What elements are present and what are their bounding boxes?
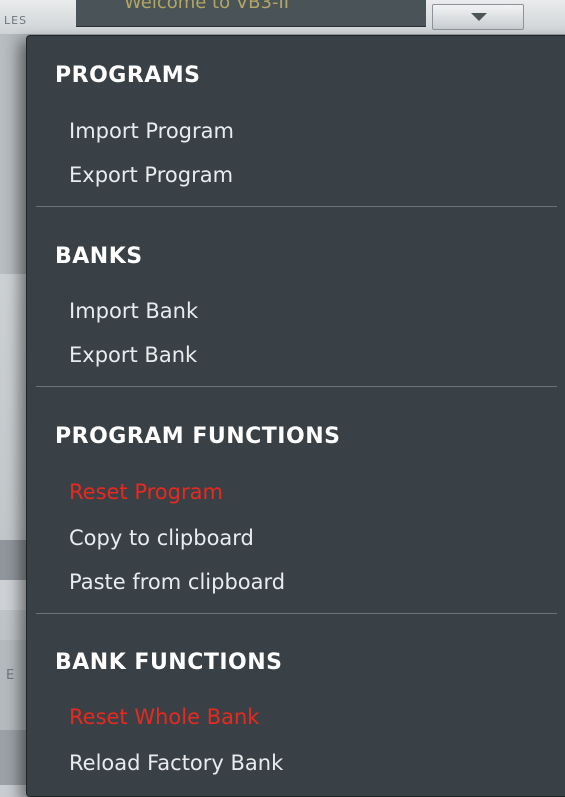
program-name-display: Welcome to VB3-II [76, 0, 426, 27]
host-tab-label: LES [4, 14, 28, 27]
menu-item-export-program[interactable]: Export Program [69, 163, 233, 187]
menu-item-reset-program[interactable]: Reset Program [69, 480, 223, 504]
section-header-banks: BANKS [55, 244, 143, 269]
menu-divider [36, 613, 557, 614]
host-side-panel [0, 580, 28, 610]
menu-dropdown-button[interactable] [432, 4, 524, 30]
chevron-down-icon [471, 13, 487, 21]
menu-item-import-program[interactable]: Import Program [69, 119, 234, 143]
host-top-bar: LES Welcome to VB3-II [0, 0, 565, 35]
section-header-bank-functions: BANK FUNCTIONS [55, 650, 283, 675]
menu-item-reload-factory-bank[interactable]: Reload Factory Bank [69, 751, 283, 775]
host-side-label: E [6, 668, 15, 683]
menu-item-export-bank[interactable]: Export Bank [69, 343, 197, 367]
program-name-text: Welcome to VB3-II [124, 0, 290, 13]
context-menu: PROGRAMS Import Program Export Program B… [26, 35, 565, 797]
menu-divider [36, 206, 557, 207]
menu-item-copy-to-clipboard[interactable]: Copy to clipboard [69, 526, 254, 550]
host-side-panel [0, 640, 28, 730]
section-header-programs: PROGRAMS [55, 63, 201, 88]
host-side-panel [0, 34, 28, 274]
section-header-program-functions: PROGRAM FUNCTIONS [55, 424, 341, 449]
host-side-panel [0, 540, 28, 580]
host-side-panel [0, 730, 28, 785]
menu-item-reset-whole-bank[interactable]: Reset Whole Bank [69, 705, 259, 729]
menu-divider [36, 386, 557, 387]
menu-item-import-bank[interactable]: Import Bank [69, 299, 198, 323]
menu-item-paste-from-clipboard[interactable]: Paste from clipboard [69, 570, 285, 594]
